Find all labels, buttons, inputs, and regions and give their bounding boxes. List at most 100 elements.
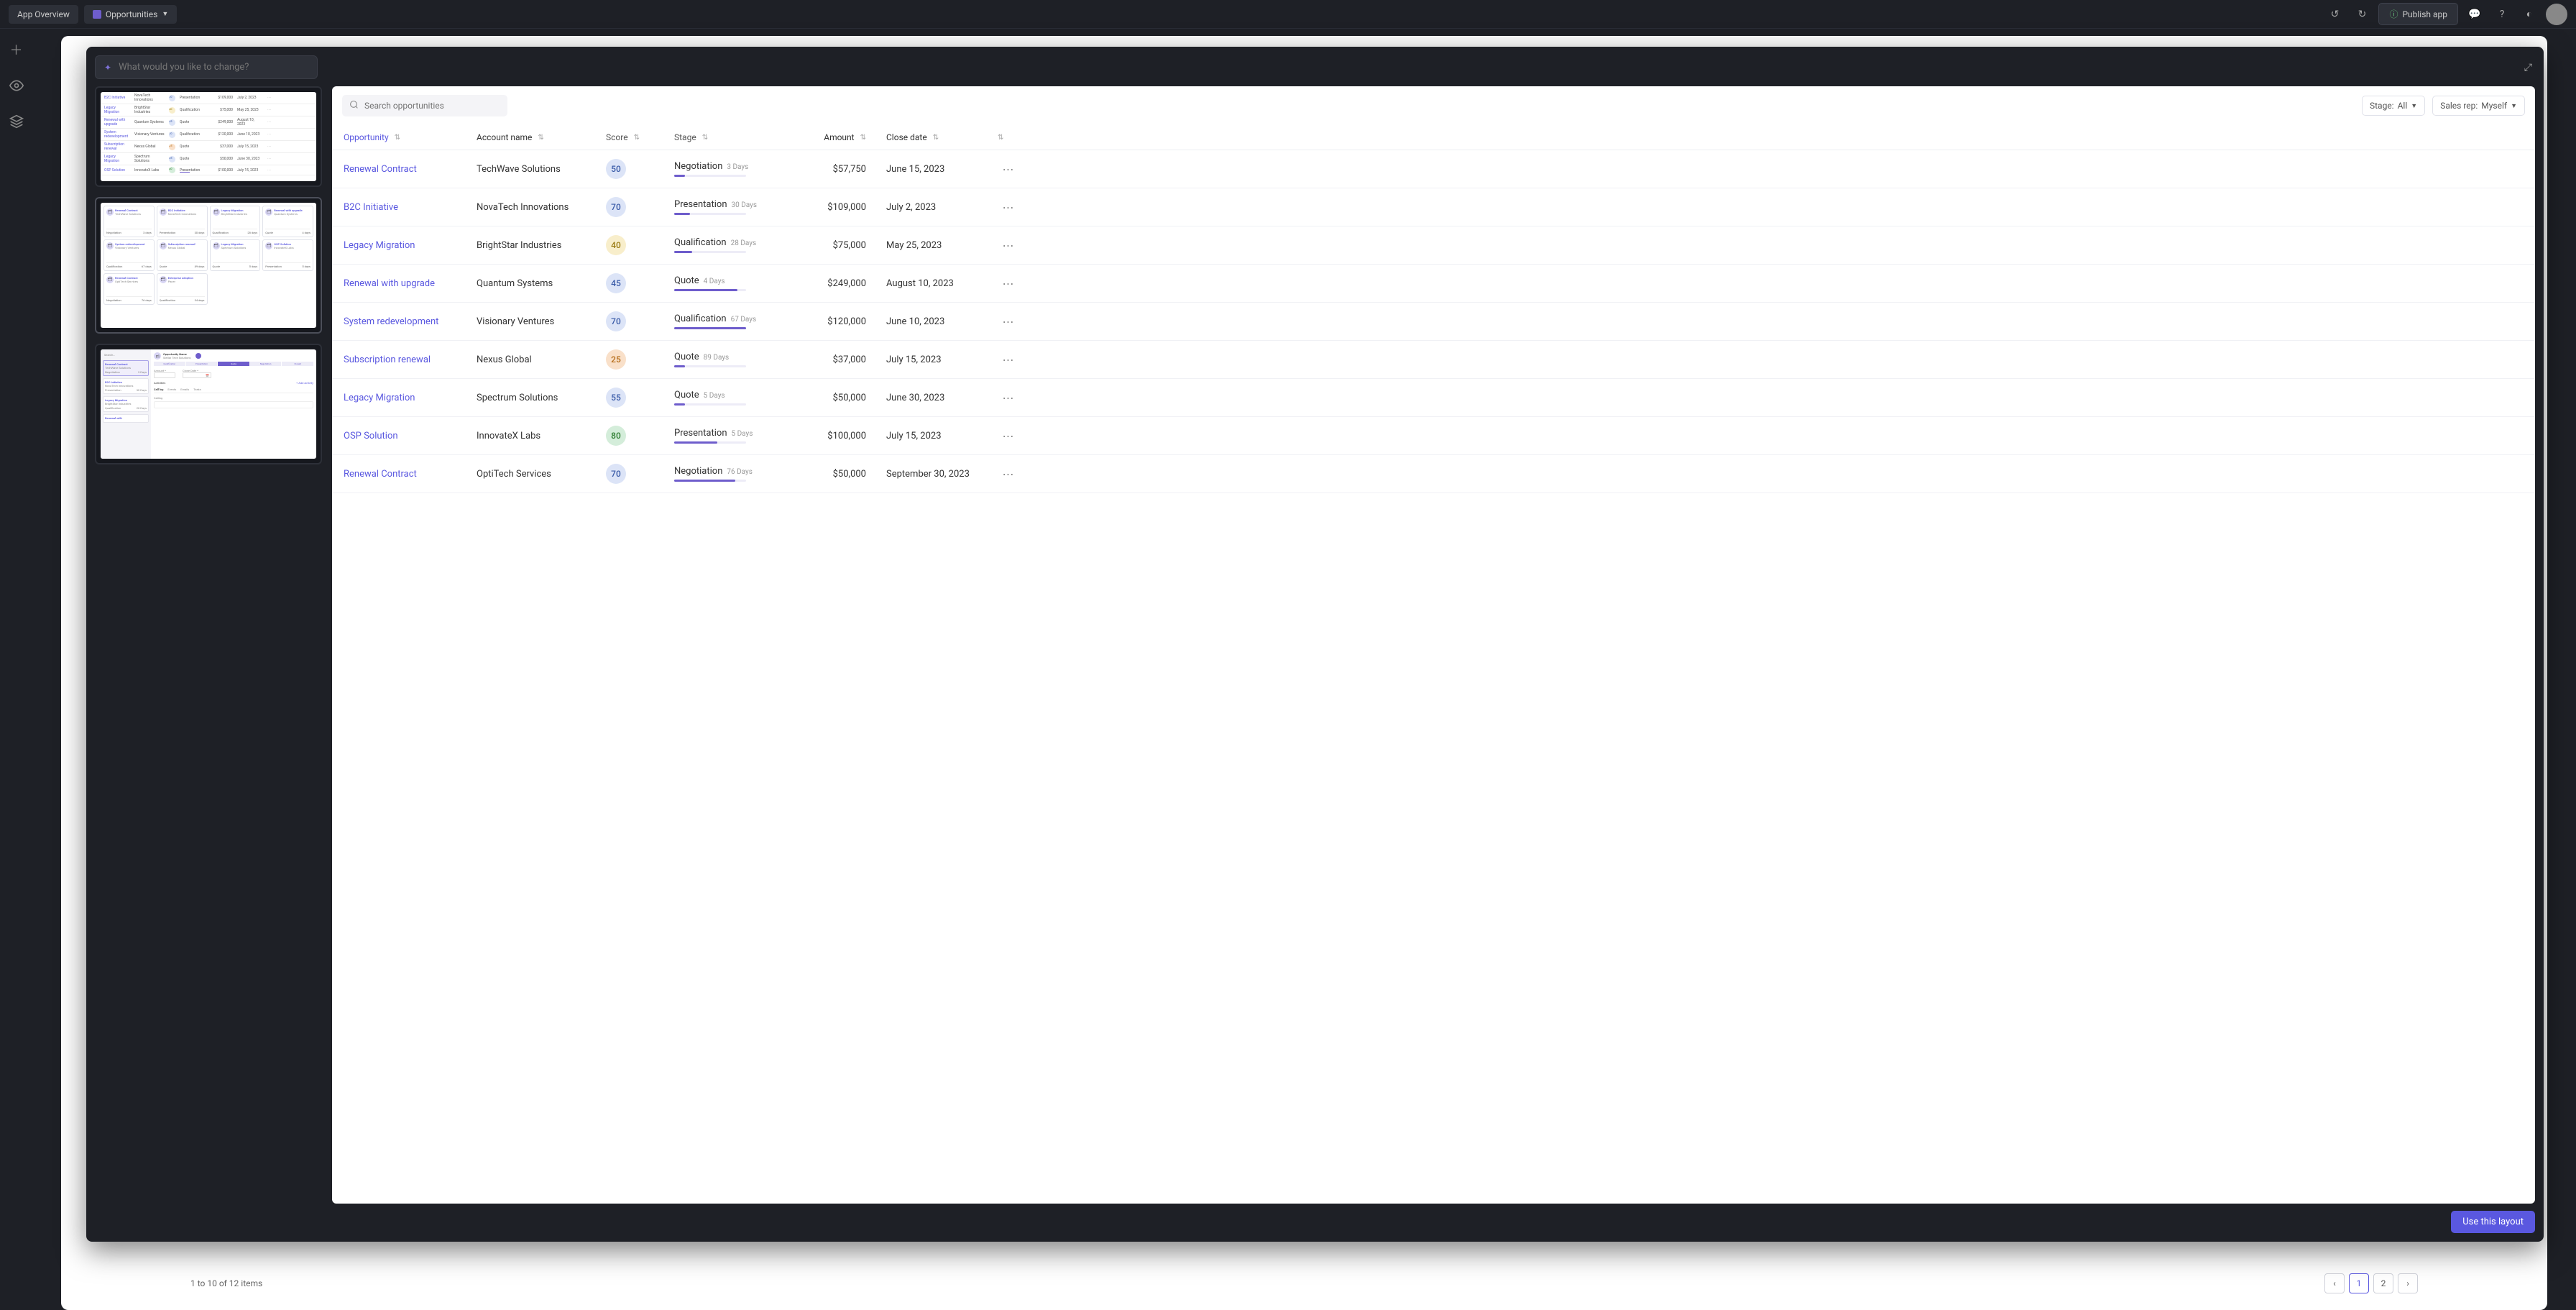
cell-amount: $50,000 [800, 393, 872, 403]
use-layout-button[interactable]: Use this layout [2451, 1211, 2535, 1233]
moon-icon[interactable]: ◐ [2518, 4, 2540, 25]
page-1[interactable]: 1 [2349, 1273, 2369, 1293]
search-box[interactable] [342, 95, 507, 116]
paginator: 1 to 10 of 12 items ‹ 1 2 › [32, 1264, 2576, 1303]
cell-actions[interactable]: ⋯ [998, 162, 1019, 176]
chat-icon[interactable]: 💬 [2464, 4, 2485, 25]
cell-actions[interactable]: ⋯ [998, 277, 1019, 290]
thumbnail-column: B2C InitiativeNovaTech Innovations70Pres… [95, 86, 322, 1204]
cell-amount: $120,000 [800, 316, 872, 327]
chevron-down-icon: ▼ [2411, 102, 2417, 110]
cell-actions[interactable]: ⋯ [998, 429, 1019, 443]
sort-icon: ⇅ [395, 134, 400, 142]
more-icon[interactable]: ⋯ [1003, 467, 1015, 481]
cell-actions[interactable]: ⋯ [998, 467, 1019, 481]
cell-opportunity[interactable]: OSP Solution [344, 431, 477, 441]
more-icon[interactable]: ⋯ [1003, 429, 1015, 443]
cell-opportunity[interactable]: Renewal Contract [344, 164, 477, 175]
cell-account: Quantum Systems [477, 278, 606, 289]
layout-thumb-list[interactable]: B2C InitiativeNovaTech Innovations70Pres… [95, 86, 322, 187]
col-stage[interactable]: Stage⇅ [674, 132, 800, 142]
more-icon[interactable]: ⋯ [1003, 277, 1015, 290]
more-icon[interactable]: ⋯ [1003, 201, 1015, 214]
score-badge: 70 [606, 197, 626, 217]
table-row: B2C Initiative NovaTech Innovations 70 P… [332, 188, 2535, 226]
col-score[interactable]: Score⇅ [606, 132, 674, 142]
cell-account: Visionary Ventures [477, 316, 606, 327]
table-row: Renewal Contract OptiTech Services 70 Ne… [332, 455, 2535, 493]
cell-stage: Qualification28 Days [674, 237, 800, 253]
more-icon[interactable]: ⋯ [1003, 239, 1015, 252]
rep-filter-value: Myself [2481, 101, 2507, 111]
publish-button[interactable]: ⓘ Publish app [2378, 3, 2458, 25]
cell-account: BrightStar Industries [477, 240, 606, 251]
chevron-down-icon: ▼ [2511, 102, 2517, 110]
modal-body: B2C InitiativeNovaTech Innovations70Pres… [95, 86, 2535, 1204]
collapse-icon[interactable]: ⤢ [2521, 59, 2535, 76]
cell-stage: Qualification67 Days [674, 313, 800, 329]
stage-filter-value: All [2398, 101, 2408, 111]
avatar[interactable] [2546, 4, 2567, 25]
cell-opportunity[interactable]: B2C Initiative [344, 202, 477, 213]
cell-score: 55 [606, 388, 674, 408]
publish-label: Publish app [2402, 9, 2447, 19]
cell-actions[interactable]: ⋯ [998, 315, 1019, 329]
rep-filter[interactable]: Sales rep: Myself ▼ [2432, 96, 2525, 116]
prompt-input-wrap[interactable]: ✦ [95, 55, 318, 79]
col-amount[interactable]: Amount⇅ [800, 132, 872, 142]
more-icon[interactable]: ⋯ [1003, 353, 1015, 367]
search-input[interactable] [364, 101, 500, 111]
left-rail: ＋ [0, 29, 32, 1310]
undo-icon[interactable]: ↺ [2324, 4, 2345, 25]
col-closedate[interactable]: Close date⇅ [872, 132, 998, 142]
help-icon[interactable]: ? [2491, 4, 2513, 25]
cell-stage: Quote4 Days [674, 275, 800, 291]
cell-actions[interactable]: ⋯ [998, 391, 1019, 405]
cell-closedate: July 2, 2023 [872, 202, 998, 213]
col-account[interactable]: Account name⇅ [477, 132, 606, 142]
redo-icon[interactable]: ↻ [2351, 4, 2373, 25]
cell-actions[interactable]: ⋯ [998, 239, 1019, 252]
cell-score: 80 [606, 426, 674, 446]
more-icon[interactable]: ⋯ [1003, 162, 1015, 176]
modal-header: ✦ ⤢ [95, 55, 2535, 79]
layers-icon[interactable] [9, 114, 24, 129]
app-overview-button[interactable]: App Overview [9, 5, 78, 24]
table-row: Renewal Contract TechWave Solutions 50 N… [332, 150, 2535, 188]
cell-opportunity[interactable]: Legacy Migration [344, 393, 477, 403]
opportunities-tab[interactable]: Opportunities ▼ [84, 5, 177, 24]
cell-closedate: June 10, 2023 [872, 316, 998, 327]
cell-opportunity[interactable]: Renewal with upgrade [344, 278, 477, 289]
cell-stage: Quote89 Days [674, 352, 800, 367]
stage-filter[interactable]: Stage: All ▼ [2362, 96, 2425, 116]
eye-icon[interactable] [9, 78, 24, 93]
col-opportunity[interactable]: Opportunity⇅ [344, 132, 477, 142]
cell-opportunity[interactable]: Legacy Migration [344, 240, 477, 251]
tab-label: Opportunities [106, 9, 157, 19]
add-icon[interactable]: ＋ [9, 42, 24, 58]
page-2[interactable]: 2 [2373, 1273, 2393, 1293]
table-row: Legacy Migration Spectrum Solutions 55 Q… [332, 379, 2535, 417]
cell-actions[interactable]: ⋯ [998, 201, 1019, 214]
more-icon[interactable]: ⋯ [1003, 391, 1015, 405]
layout-thumb-cards[interactable]: 🗂Renewal ContractTechWave SolutionsNegot… [95, 197, 322, 334]
search-icon [349, 100, 359, 111]
page-next[interactable]: › [2398, 1273, 2418, 1293]
table-row: System redevelopment Visionary Ventures … [332, 303, 2535, 341]
table-head: Opportunity⇅ Account name⇅ Score⇅ Stage⇅… [332, 125, 2535, 150]
cell-opportunity[interactable]: Subscription renewal [344, 354, 477, 365]
cell-score: 25 [606, 349, 674, 370]
cell-stage: Negotiation3 Days [674, 161, 800, 177]
more-icon[interactable]: ⋯ [1003, 315, 1015, 329]
opportunities-table: Opportunity⇅ Account name⇅ Score⇅ Stage⇅… [332, 125, 2535, 1204]
layout-thumb-detail[interactable]: Search…Renewal ContractTechWave Solution… [95, 344, 322, 464]
pagination-buttons: ‹ 1 2 › [2324, 1273, 2418, 1293]
cell-opportunity[interactable]: Renewal Contract [344, 469, 477, 480]
cell-closedate: June 15, 2023 [872, 164, 998, 175]
cell-closedate: July 15, 2023 [872, 354, 998, 365]
page-prev[interactable]: ‹ [2324, 1273, 2345, 1293]
cell-opportunity[interactable]: System redevelopment [344, 316, 477, 327]
prompt-input[interactable] [119, 62, 308, 73]
cell-closedate: July 15, 2023 [872, 431, 998, 441]
cell-actions[interactable]: ⋯ [998, 353, 1019, 367]
